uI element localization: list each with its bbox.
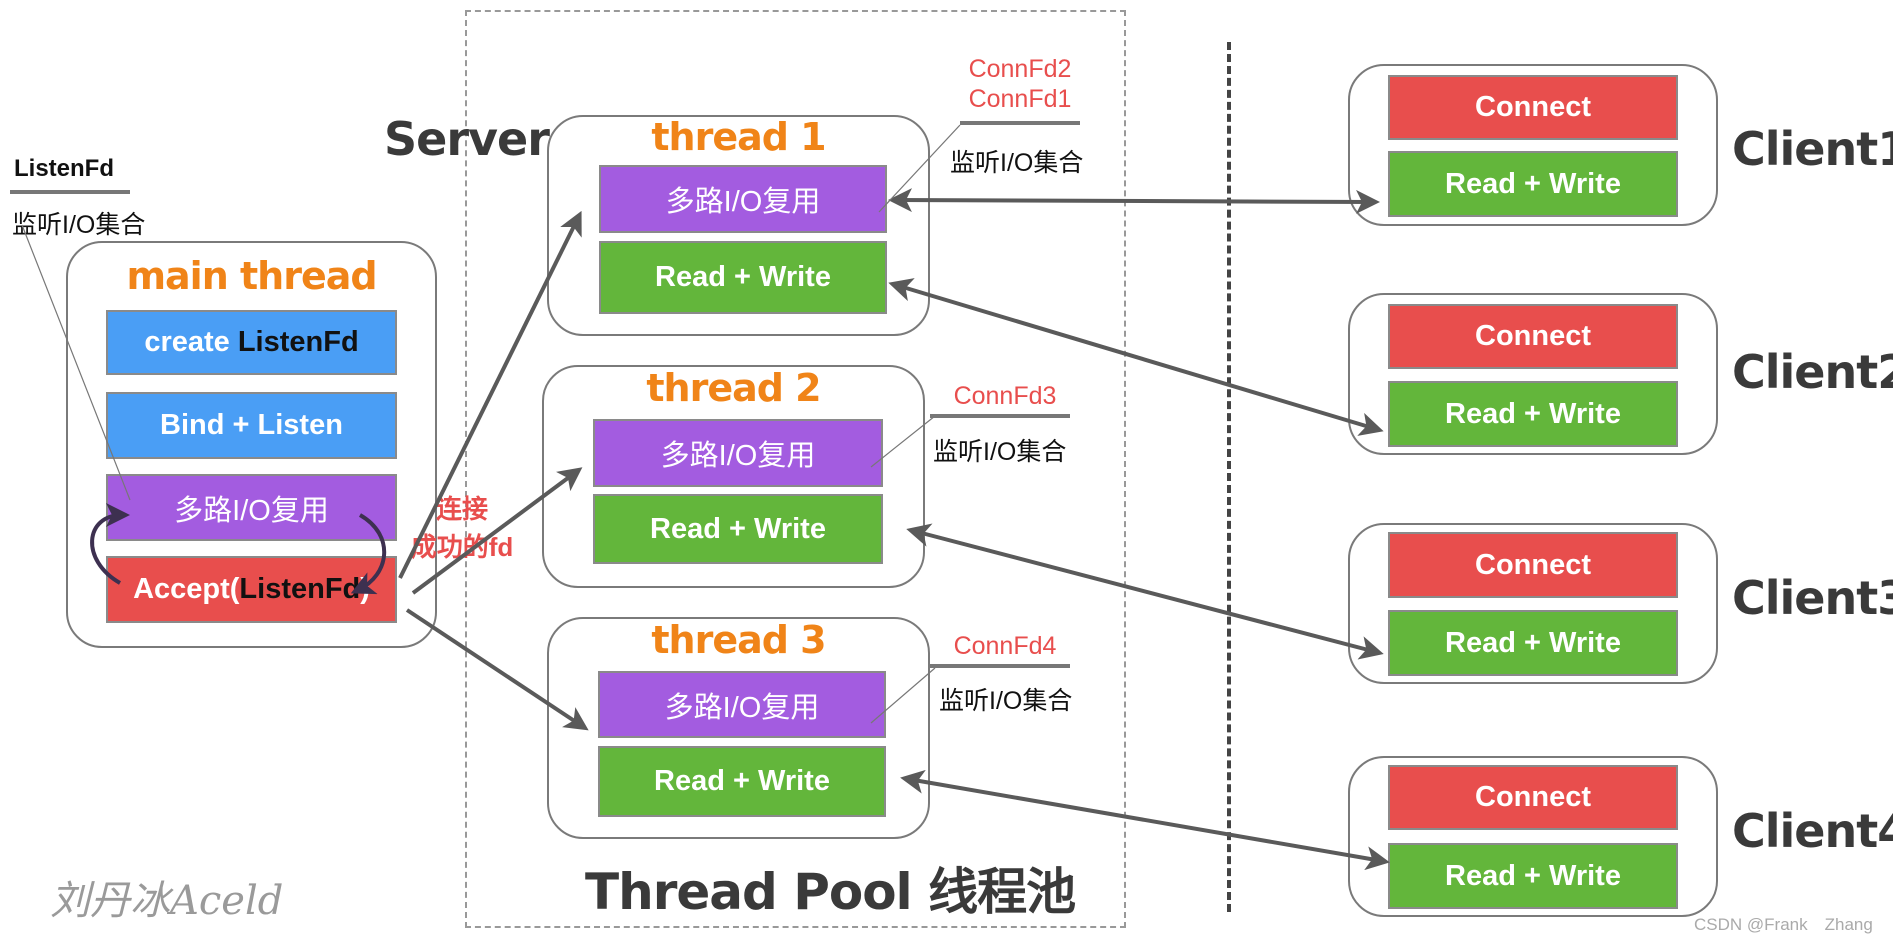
loop-arrow-accept-to-mux — [90, 503, 130, 585]
leader-line-listenfd — [21, 224, 131, 501]
arrow-accept-to-thread-2 — [411, 467, 583, 595]
arrows-layer — [21, 124, 1390, 871]
arrow-thread-3-client-4 — [900, 769, 1390, 871]
arrow-thread-1-client-2 — [888, 278, 1384, 436]
arrow-thread-1-client-1 — [888, 188, 1380, 214]
leader-line-thread-2 — [870, 415, 936, 468]
arrow-accept-to-thread-1 — [398, 210, 582, 579]
leader-line-thread-3 — [870, 667, 936, 724]
loop-arrow-mux-to-accept — [350, 513, 387, 595]
arrow-accept-to-thread-3 — [405, 608, 589, 731]
arrow-thread-2-client-3 — [906, 523, 1384, 660]
